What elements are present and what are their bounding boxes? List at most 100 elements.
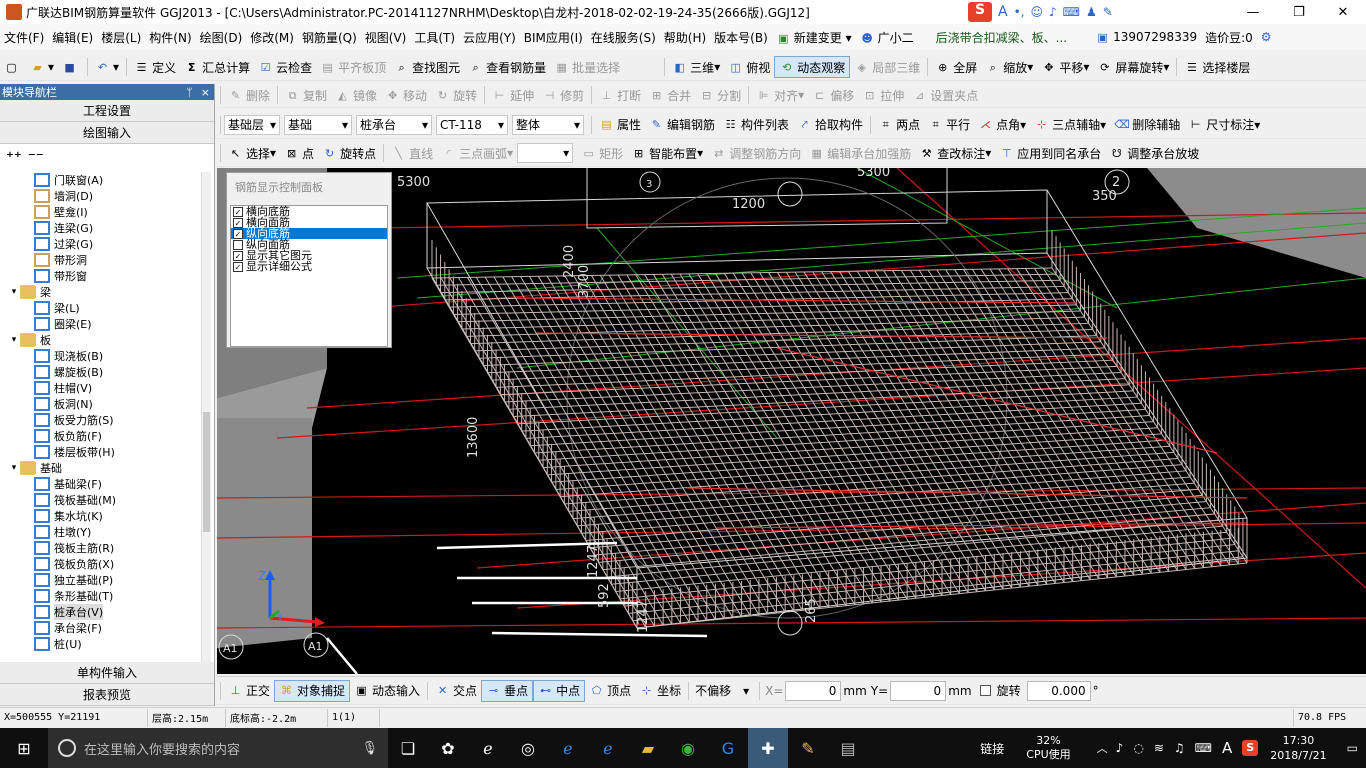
- windows-start-icon[interactable]: ⊞: [0, 728, 48, 768]
- notice-text[interactable]: 后浇带合扣减梁、板、...: [932, 29, 1071, 46]
- tree-item[interactable]: 筏板负筋(X): [0, 556, 210, 572]
- edge-browser-icon[interactable]: ℯ: [468, 728, 508, 768]
- sogou-tray-icon[interactable]: S: [1242, 740, 1259, 756]
- tree-item[interactable]: 圈梁(E): [0, 316, 210, 332]
- ime-indicator[interactable]: A: [1222, 739, 1232, 757]
- select-floor-button[interactable]: ☰ 选择楼层: [1180, 56, 1254, 78]
- two-points-button[interactable]: ⌗ 两点: [874, 114, 924, 136]
- delete-button[interactable]: ✎ 删除: [224, 84, 274, 106]
- microphone-icon[interactable]: 🎙: [361, 741, 378, 756]
- glodon-g-icon[interactable]: G: [708, 728, 748, 768]
- taskbar-link[interactable]: 链接: [980, 740, 1004, 757]
- expand-toggle-icon[interactable]: ▾: [8, 335, 20, 345]
- report-preview-button[interactable]: 报表预览: [0, 684, 214, 706]
- rotate-point-button[interactable]: ↻ 旋转点: [318, 142, 380, 164]
- tree-item[interactable]: 楼层板带(H): [0, 444, 210, 460]
- menu-modify[interactable]: 修改(M): [246, 29, 298, 46]
- collapse-all-icon[interactable]: ⁻⁻: [28, 148, 44, 166]
- dimension-button[interactable]: ⊢ 尺寸标注 ▾: [1184, 114, 1264, 136]
- tree-folder[interactable]: ▾ 板: [0, 332, 210, 348]
- open-file-button[interactable]: ▰ ▾: [26, 56, 58, 78]
- tree-item[interactable]: 板受力筋(S): [0, 412, 210, 428]
- perpendicular-snap-button[interactable]: ⊸ 垂点: [481, 679, 534, 702]
- tree-item[interactable]: 筏板主筋(R): [0, 540, 210, 556]
- expand-toggle-icon[interactable]: ▾: [8, 287, 20, 297]
- menu-cloud[interactable]: 云应用(Y): [459, 29, 520, 46]
- midpoint-snap-button[interactable]: ⊷ 中点: [533, 679, 586, 702]
- menu-rebar[interactable]: 钢筋量(Q): [298, 29, 361, 46]
- tree-item[interactable]: 墙洞(D): [0, 188, 210, 204]
- action-center-icon[interactable]: ▭: [1347, 741, 1358, 755]
- single-input-button[interactable]: 单构件输入: [0, 662, 214, 684]
- emoji-icon[interactable]: ☺: [1030, 5, 1043, 19]
- smart-layout-button[interactable]: ⊞ 智能布置 ▾: [627, 142, 707, 164]
- drawing-input-button[interactable]: 绘图输入: [0, 122, 214, 144]
- tree-item[interactable]: 独立基础(P): [0, 572, 210, 588]
- menu-view[interactable]: 视图(V): [361, 29, 411, 46]
- component-select[interactable]: CT-118 ▾: [436, 114, 508, 135]
- file-explorer-icon[interactable]: ▰: [628, 728, 668, 768]
- menu-bim[interactable]: BIM应用(I): [520, 29, 587, 46]
- menu-online[interactable]: 在线服务(S): [587, 29, 660, 46]
- menu-tools[interactable]: 工具(T): [410, 29, 459, 46]
- dynamic-input-button[interactable]: ▣ 动态输入: [350, 680, 424, 702]
- tree-item[interactable]: 板洞(N): [0, 396, 210, 412]
- rectangle-button[interactable]: ▭ 矩形: [577, 142, 627, 164]
- tree-item[interactable]: 螺旋板(B): [0, 364, 210, 380]
- maximize-button[interactable]: ❐: [1276, 0, 1322, 24]
- move-button[interactable]: ✥ 移动: [381, 84, 431, 106]
- expand-all-icon[interactable]: ⁺⁺: [6, 148, 22, 166]
- rebar-option[interactable]: ✓ 显示详细公式: [231, 261, 387, 272]
- component-list-button[interactable]: ☷ 构件列表: [719, 114, 793, 136]
- three-point-arc-button[interactable]: ◜ 三点画弧 ▾: [437, 142, 517, 164]
- arc-option-select[interactable]: ▾: [517, 143, 574, 163]
- tree-item[interactable]: 柱墩(Y): [0, 524, 210, 540]
- tree-item[interactable]: 连梁(G): [0, 220, 210, 236]
- three-point-aux-button[interactable]: ⊹ 三点辅轴 ▾: [1030, 114, 1110, 136]
- close-panel-icon[interactable]: ×: [201, 86, 210, 99]
- edit-rebar-button[interactable]: ✎ 编辑钢筋: [645, 114, 719, 136]
- keyboard-tray-icon[interactable]: ⌨: [1195, 741, 1212, 755]
- new-file-button[interactable]: ▢: [0, 56, 26, 78]
- define-button[interactable]: ☰ 定义: [130, 56, 180, 78]
- menu-draw[interactable]: 绘图(D): [196, 29, 247, 46]
- grip-button[interactable]: ⊿ 设置夹点: [908, 84, 982, 106]
- menu-floor[interactable]: 楼层(L): [97, 29, 145, 46]
- notes-app-icon[interactable]: ✎: [788, 728, 828, 768]
- tree-item[interactable]: 壁龛(I): [0, 204, 210, 220]
- edit-reinforce-button[interactable]: ▦ 编辑承台加强筋: [805, 142, 915, 164]
- ggj-active-app-icon[interactable]: ✚: [748, 728, 788, 768]
- ime-mode-icon[interactable]: A: [998, 4, 1008, 20]
- mirror-button[interactable]: ◭ 镜像: [331, 84, 381, 106]
- keyboard-icon[interactable]: ⌨: [1063, 5, 1080, 19]
- screen-rotate-button[interactable]: ⟳ 屏幕旋转 ▾: [1093, 56, 1173, 78]
- tree-item[interactable]: 柱帽(V): [0, 380, 210, 396]
- project-settings-button[interactable]: 工程设置: [0, 100, 214, 122]
- merge-button[interactable]: ⊞ 合并: [645, 84, 695, 106]
- pan-button[interactable]: ✥ 平移 ▾: [1037, 56, 1093, 78]
- tree-item[interactable]: 承台梁(F): [0, 620, 210, 636]
- stretch-button[interactable]: ⊡ 拉伸: [858, 84, 908, 106]
- close-button[interactable]: ✕: [1320, 0, 1366, 24]
- sogou-icon[interactable]: S: [968, 2, 992, 22]
- properties-button[interactable]: ▤ 属性: [595, 114, 645, 136]
- category-select[interactable]: 基础 ▾: [284, 114, 352, 135]
- beans-icon[interactable]: ⚙: [1257, 30, 1276, 44]
- three-d-button[interactable]: ◧ 三维 ▾: [668, 56, 724, 78]
- offset-button[interactable]: ⊏ 偏移: [808, 84, 858, 106]
- green-app-icon[interactable]: ◉: [668, 728, 708, 768]
- menu-help[interactable]: 帮助(H): [660, 29, 710, 46]
- object-snap-button[interactable]: ⌘ 对象捕捉: [274, 679, 351, 702]
- local-3d-button[interactable]: ◈ 局部三维: [850, 56, 924, 78]
- floor-select[interactable]: 基础层 ▾: [224, 114, 280, 135]
- tray-expand-icon[interactable]: ︿: [1097, 740, 1108, 756]
- cloud-check-button[interactable]: ☑ 云检查: [254, 56, 316, 78]
- notification-bell-icon[interactable]: ♪: [1116, 741, 1124, 755]
- select-button[interactable]: ↖ 选择 ▾: [224, 142, 280, 164]
- rebar-option-checkbox[interactable]: ✓: [233, 250, 243, 261]
- parallel-button[interactable]: ⌗ 平行: [924, 114, 974, 136]
- tree-scrollbar[interactable]: [201, 172, 211, 662]
- menu-component[interactable]: 构件(N): [145, 29, 195, 46]
- rotate-checkbox[interactable]: [979, 685, 991, 696]
- part-select[interactable]: 整体 ▾: [512, 114, 584, 135]
